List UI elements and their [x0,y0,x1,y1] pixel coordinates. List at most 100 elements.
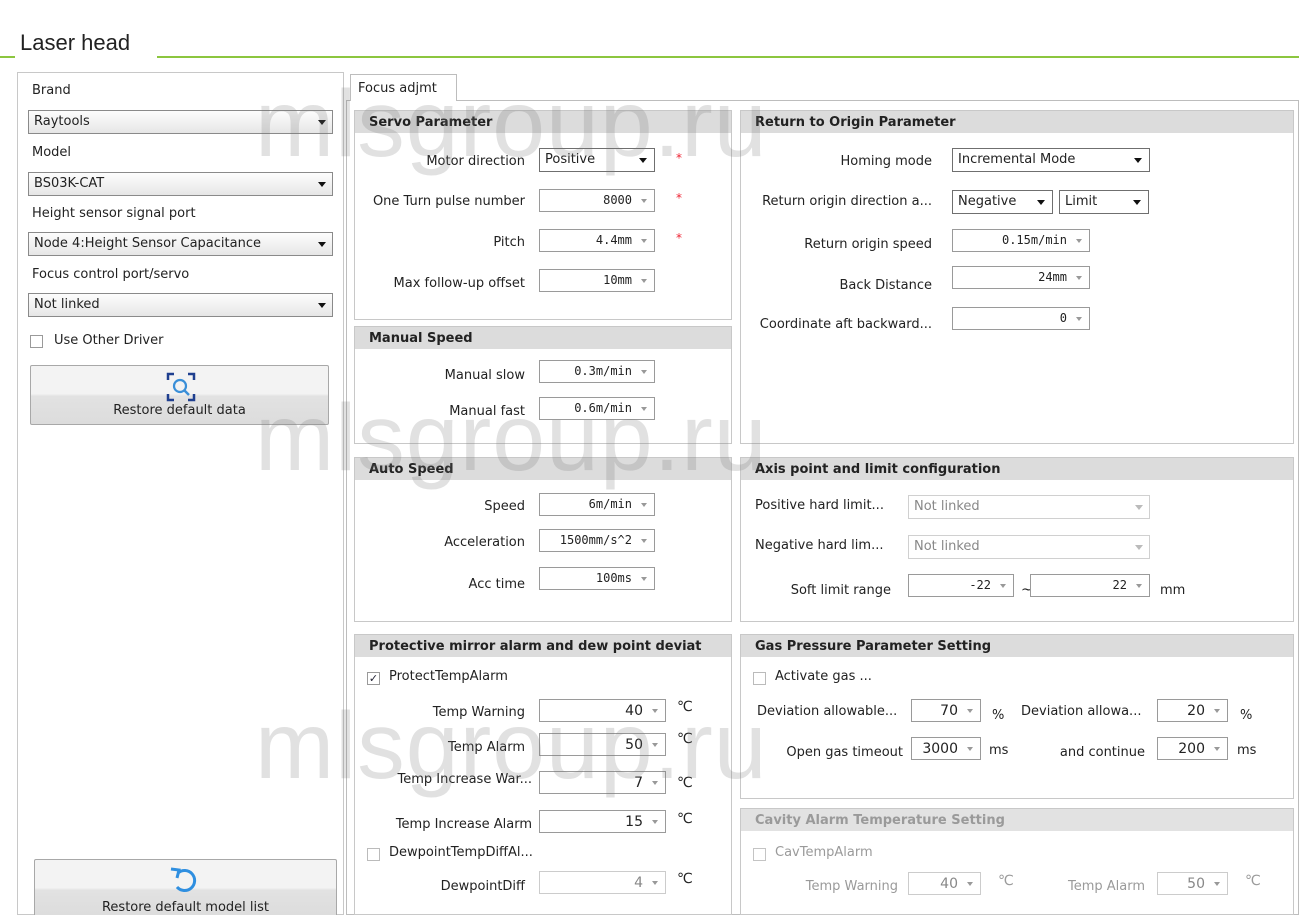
temp-increase-warning-value: 7 [634,775,643,791]
return-speed-value: 0.15m/min [1001,233,1067,247]
refresh-icon [170,867,197,892]
brand-select[interactable]: Raytools [28,110,333,134]
negative-hard-limit-select[interactable]: Not linked [908,535,1150,559]
open-gas-timeout-spinbox[interactable]: 3000 [911,737,981,760]
celsius-unit: ℃ [677,731,693,747]
chevron-down-icon [652,743,658,747]
back-distance-label: Back Distance [839,278,932,293]
auto-speed-title: Auto Speed [355,458,731,480]
height-port-select[interactable]: Node 4:Height Sensor Capacitance [28,232,333,256]
return-origin-title: Return to Origin Parameter [741,111,1293,133]
back-distance-spinbox[interactable]: 24mm [952,266,1090,289]
chevron-down-icon [652,881,658,885]
acc-time-spinbox[interactable]: 100ms [539,567,655,590]
restore-default-data-button[interactable]: Restore default data [30,365,329,425]
positive-hard-limit-label: Positive hard limit... [755,498,884,513]
page-title: Laser head [20,30,131,55]
one-turn-value: 8000 [603,193,632,207]
acceleration-spinbox[interactable]: 1500mm/s^2 [539,529,655,552]
deviation-allowa-spinbox[interactable]: 20 [1157,699,1228,722]
chevron-down-icon [641,577,647,581]
temp-increase-warning-spinbox[interactable]: 7 [539,771,666,794]
temp-warning-label: Temp Warning [432,705,525,720]
celsius-unit: ℃ [1245,873,1261,889]
manual-slow-label: Manual slow [444,368,525,383]
tab-focus-adjmt[interactable]: Focus adjmt [350,74,457,101]
manual-fast-spinbox[interactable]: 0.6m/min [539,397,655,420]
model-label: Model [32,145,72,160]
chevron-down-icon [641,370,647,374]
restore-default-data-label: Restore default data [113,403,246,418]
chevron-down-icon [652,820,658,824]
percent-unit: % [992,708,1005,723]
chevron-down-icon [318,120,326,125]
protective-mirror-title: Protective mirror alarm and dew point de… [355,635,731,657]
chevron-down-icon [1214,747,1220,751]
celsius-unit: ℃ [677,871,693,887]
max-follow-spinbox[interactable]: 10mm [539,269,655,292]
title-underline-right [157,56,1299,58]
restore-default-model-list-label: Restore default model list [101,900,270,915]
auto-speed-group: Auto Speed Speed 6m/min Acceleration 150… [354,457,732,622]
chevron-down-icon [641,503,647,507]
temp-alarm-spinbox[interactable]: 50 [539,733,666,756]
soft-limit-min-spinbox[interactable]: -22 [908,574,1014,597]
return-mode-select[interactable]: Limit [1059,190,1149,214]
soft-limit-label: Soft limit range [790,583,891,598]
chevron-down-icon [1136,584,1142,588]
one-turn-spinbox[interactable]: 8000 [539,189,655,212]
activate-gas-checkbox[interactable] [753,672,766,685]
pitch-spinbox[interactable]: 4.4mm [539,229,655,252]
motor-direction-select[interactable]: Positive [539,148,655,172]
chevron-down-icon [1134,158,1142,163]
dewpoint-diff-alarm-checkbox[interactable] [367,848,380,861]
temp-increase-alarm-label: Temp Increase Alarm [395,817,532,832]
restore-default-model-list-button[interactable]: Restore default model list [34,859,337,915]
open-gas-timeout-value: 3000 [922,741,958,757]
celsius-unit: ℃ [998,873,1014,889]
required-star: * [676,151,682,165]
manual-slow-spinbox[interactable]: 0.3m/min [539,360,655,383]
homing-mode-select[interactable]: Incremental Mode [952,148,1150,172]
return-origin-group: Return to Origin Parameter Homing mode I… [740,110,1294,444]
max-follow-value: 10mm [603,273,632,287]
temp-increase-alarm-spinbox[interactable]: 15 [539,810,666,833]
cav-temp-alarm-checkbox[interactable] [753,848,766,861]
servo-parameter-title: Servo Parameter [355,111,731,133]
chevron-down-icon [641,279,647,283]
chevron-down-icon [967,709,973,713]
chevron-down-icon [318,242,326,247]
homing-mode-value: Incremental Mode [958,152,1076,167]
coord-backward-value: 0 [1059,311,1067,325]
return-direction-select[interactable]: Negative [952,190,1053,214]
cav-temp-alarm-spinbox[interactable]: 50 [1157,872,1228,895]
dewpoint-diff-spinbox[interactable]: 4 [539,871,666,894]
model-select[interactable]: BS03K-CAT [28,172,333,196]
focus-port-select[interactable]: Not linked [28,293,333,317]
cav-temp-warning-spinbox[interactable]: 40 [908,872,981,895]
chevron-down-icon [641,199,647,203]
soft-limit-max-spinbox[interactable]: 22 [1030,574,1150,597]
cav-temp-alarm-label: CavTempAlarm [775,845,873,860]
chevron-down-icon [1037,200,1045,205]
protect-temp-alarm-checkbox[interactable]: ✓ [367,672,380,685]
motor-direction-label: Motor direction [426,154,525,169]
positive-hard-limit-select[interactable]: Not linked [908,495,1150,519]
use-other-driver-checkbox[interactable] [30,335,43,348]
chevron-down-icon [1000,584,1006,588]
speed-spinbox[interactable]: 6m/min [539,493,655,516]
acceleration-label: Acceleration [444,535,525,550]
temp-alarm-value: 50 [625,737,643,753]
protective-mirror-group: Protective mirror alarm and dew point de… [354,634,732,915]
manual-fast-label: Manual fast [449,404,525,419]
chevron-down-icon [318,303,326,308]
chevron-down-icon [318,182,326,187]
deviation-allowable-spinbox[interactable]: 70 [911,699,981,722]
return-speed-spinbox[interactable]: 0.15m/min [952,229,1090,252]
acc-time-value: 100ms [595,571,632,585]
temp-increase-alarm-value: 15 [625,814,643,830]
and-continue-spinbox[interactable]: 200 [1157,737,1228,760]
homing-mode-label: Homing mode [840,154,933,169]
coord-backward-spinbox[interactable]: 0 [952,307,1090,330]
temp-warning-spinbox[interactable]: 40 [539,699,666,722]
